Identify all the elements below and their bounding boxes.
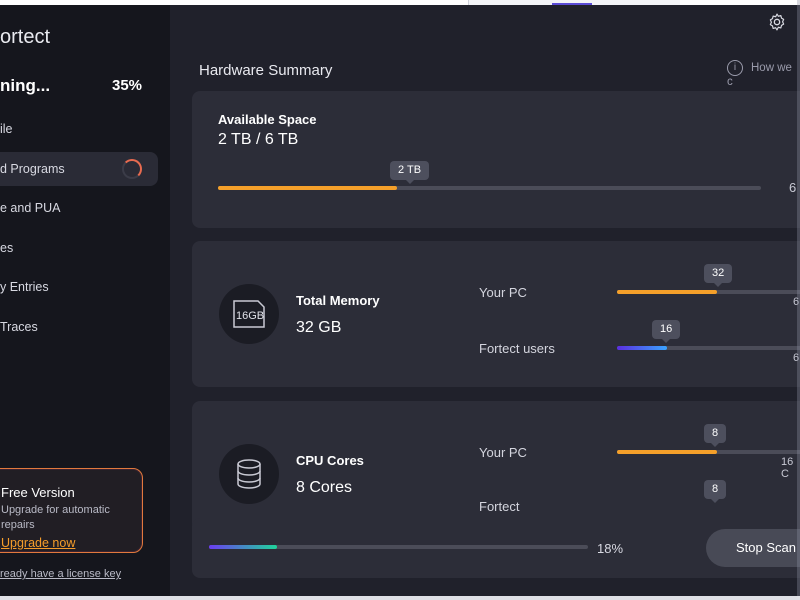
cpu-pc-bar-fill [617,450,717,454]
sidebar-item-pua[interactable]: e and PUA [0,191,158,225]
scan-progress-percent: 18% [597,541,624,556]
free-version-card: Free Version Upgrade for automatic repai… [0,468,143,553]
memory-pc-bar [617,290,800,294]
cpu-pc-bar [617,450,800,454]
sidebar-item-label: ile [0,122,13,136]
memory-users-bar [617,346,800,350]
taskbar-strip [0,596,800,600]
gear-icon[interactable] [767,12,787,32]
stop-scan-button[interactable]: Stop Scan [706,529,800,567]
cpu-row-label: Your PC [479,445,527,460]
storage-max: 6 [789,180,797,195]
memory-row-label: Your PC [479,285,527,300]
chip-label: 16GB [236,310,264,322]
storage-bubble: 2 TB [390,161,430,184]
page-title: Hardware Summary [199,62,333,79]
memory-icon-circle: 16GB [219,284,279,344]
sidebar-item-label: d Programs [0,162,65,176]
cpu-title: CPU Cores [296,453,364,468]
cpu-row-label: Fortect [479,499,520,514]
cpu-value: 8 Cores [296,479,353,496]
scan-progress-fill [209,545,278,549]
sidebar-item-es[interactable]: es [0,231,158,265]
memory-title: Total Memory [296,293,380,308]
cpu-users-bubble: 8 [704,480,727,503]
database-stack-icon [237,459,261,489]
license-key-link[interactable]: ready have a license key [0,568,121,580]
scan-status: ning... [0,76,51,95]
sidebar-item-label: es [0,241,14,255]
storage-bar [218,186,761,190]
memory-card-icon: 16GB [233,300,265,328]
how-we-compare-link[interactable]: i How we c [727,60,800,88]
scan-progress-bar [209,545,588,549]
upgrade-now-link[interactable]: Upgrade now [1,536,75,550]
sidebar-item-programs[interactable]: d Programs [0,152,158,186]
scan-percent: 35% [112,77,143,94]
memory-row-label: Fortect users [479,341,555,356]
memory-card [192,241,800,387]
memory-users-bubble: 16 [652,320,681,343]
storage-value: 2 TB / 6 TB [218,131,299,148]
memory-users-bar-fill [617,346,667,350]
sidebar-item-entries[interactable]: y Entries [0,270,158,304]
app-logo: ortect [0,26,51,48]
cpu-pc-bubble: 8 [704,424,727,447]
free-version-title: Free Version [1,485,75,500]
memory-pc-bar-fill [617,290,717,294]
sidebar-item-file[interactable]: ile [0,112,158,146]
storage-bar-fill [218,186,398,190]
memory-value: 32 GB [296,319,342,336]
cpu-icon-circle [219,444,279,504]
storage-title: Available Space [218,112,317,127]
sidebar-item-label: e and PUA [0,201,61,215]
free-version-description: Upgrade for automatic repairs [1,504,110,531]
sidebar-item-label: Traces [0,320,38,334]
loading-spinner-icon [122,159,142,179]
info-icon: i [727,60,743,76]
memory-pc-bubble: 32 [704,264,733,287]
sidebar-item-label: y Entries [0,280,49,294]
sidebar-item-traces[interactable]: Traces [0,310,158,344]
